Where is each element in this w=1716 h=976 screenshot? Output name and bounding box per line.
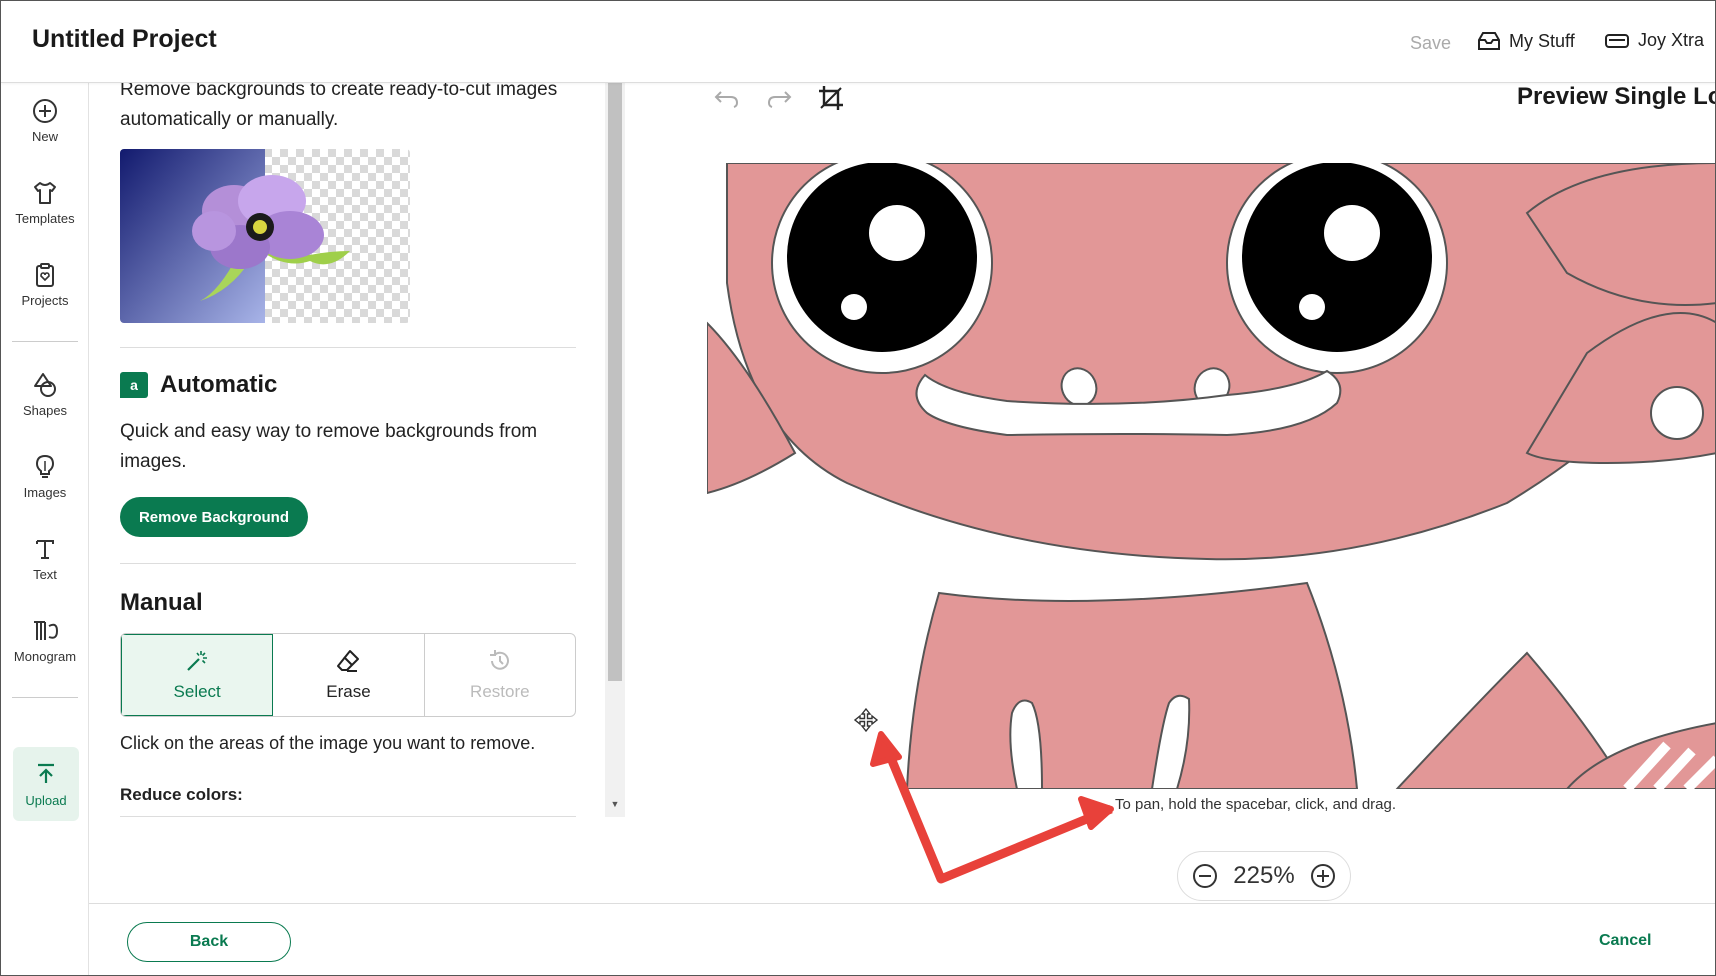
top-header: Untitled Project Save My Stuff Joy Xtra	[1, 1, 1715, 83]
automatic-title-label: Automatic	[160, 371, 278, 398]
project-title[interactable]: Untitled Project	[32, 25, 217, 54]
my-stuff-button[interactable]: My Stuff	[1477, 30, 1575, 52]
monogram-icon	[34, 621, 59, 640]
select-mode-button[interactable]: Select	[121, 634, 274, 716]
select-mode-label: Select	[173, 682, 221, 701]
reduce-colors-label: Reduce colors:	[120, 785, 243, 804]
panel-scrollbar-thumb[interactable]	[608, 83, 622, 681]
remove-background-button[interactable]: Remove Background	[120, 497, 308, 537]
zoom-in-icon[interactable]	[1310, 863, 1336, 889]
lightbulb-icon	[35, 454, 55, 478]
automatic-description: Quick and easy way to remove backgrounds…	[120, 421, 538, 472]
rail-item-shapes[interactable]: Shapes	[1, 371, 89, 418]
rail-label: Upload	[25, 792, 67, 808]
rail-label: Projects	[21, 293, 69, 308]
uploaded-image-preview[interactable]	[707, 163, 1715, 789]
plus-circle-icon	[33, 99, 57, 123]
rail-label: Monogram	[13, 649, 77, 664]
manual-section-title: Manual	[120, 589, 203, 616]
scroll-down-arrow-icon[interactable]: ▼	[608, 797, 622, 811]
footer-bar: Back Cancel	[89, 903, 1715, 975]
crop-icon[interactable]	[817, 84, 845, 112]
zoom-out-icon[interactable]	[1192, 863, 1218, 889]
my-stuff-label: My Stuff	[1509, 30, 1575, 51]
cancel-button[interactable]: Cancel	[1599, 932, 1651, 950]
restore-mode-label: Restore	[470, 682, 530, 701]
restore-history-icon	[489, 650, 509, 670]
canvas-toolbar	[713, 83, 845, 113]
rail-label: Text	[33, 567, 57, 582]
background-removal-example-image	[120, 149, 410, 323]
rail-item-monogram[interactable]: Monogram	[1, 617, 89, 664]
machine-label: Joy Xtra	[1638, 30, 1705, 50]
rail-label: New	[31, 129, 58, 144]
rail-label: Shapes	[22, 403, 68, 418]
canvas-area: Preview Single Lo To pan, hold the space…	[627, 83, 1716, 903]
preview-title: Preview Single Lo	[1517, 83, 1716, 110]
rail-item-text[interactable]: Text	[1, 535, 89, 582]
rail-divider	[12, 341, 78, 342]
panel-divider	[120, 563, 576, 564]
rail-label: Templates	[15, 211, 75, 226]
upload-side-panel: Remove backgrounds to create ready-to-cu…	[89, 83, 627, 817]
save-button[interactable]: Save	[1410, 33, 1451, 54]
tshirt-icon	[34, 182, 56, 204]
rail-item-templates[interactable]: Templates	[1, 179, 89, 226]
rail-label: Images	[23, 485, 67, 500]
panel-intro-text: Remove backgrounds to create ready-to-cu…	[120, 83, 558, 130]
pan-hint-text: To pan, hold the spacebar, click, and dr…	[1115, 796, 1397, 813]
erase-mode-label: Erase	[326, 682, 371, 701]
back-button[interactable]: Back	[127, 922, 291, 962]
zoom-level: 225%	[1233, 862, 1295, 889]
reduce-colors-divider	[120, 816, 576, 817]
rail-item-projects[interactable]: Projects	[1, 261, 89, 308]
erase-mode-button[interactable]: Erase	[273, 634, 425, 716]
rail-item-upload[interactable]: Upload	[13, 747, 79, 821]
left-toolbar: New Templates Projects Shapes Images Tex…	[1, 83, 89, 975]
automatic-section-title: a Automatic	[120, 371, 277, 399]
redo-icon[interactable]	[765, 86, 793, 110]
rail-item-images[interactable]: Images	[1, 453, 89, 500]
cutting-machine-icon	[1605, 33, 1629, 48]
text-t-icon	[36, 540, 54, 559]
machine-selector[interactable]: Joy Xtra	[1604, 30, 1704, 51]
shapes-icon	[34, 373, 56, 397]
restore-mode-button[interactable]: Restore	[425, 634, 575, 716]
rail-item-new[interactable]: New	[1, 97, 89, 144]
upload-arrow-icon	[38, 763, 54, 783]
manual-description: Click on the areas of the image you want…	[120, 733, 536, 753]
rail-divider	[12, 697, 78, 698]
automatic-badge-icon: a	[120, 372, 148, 398]
magic-wand-icon	[187, 651, 208, 671]
zoom-control: 225%	[1177, 851, 1351, 901]
eraser-icon	[337, 650, 360, 672]
undo-icon[interactable]	[713, 86, 741, 110]
panel-divider	[120, 347, 576, 348]
app-window: Untitled Project Save My Stuff Joy Xtra …	[0, 0, 1716, 976]
inbox-icon	[1478, 32, 1500, 50]
clipboard-heart-icon	[36, 263, 54, 287]
manual-mode-selector: Select Erase Restore	[120, 633, 576, 717]
